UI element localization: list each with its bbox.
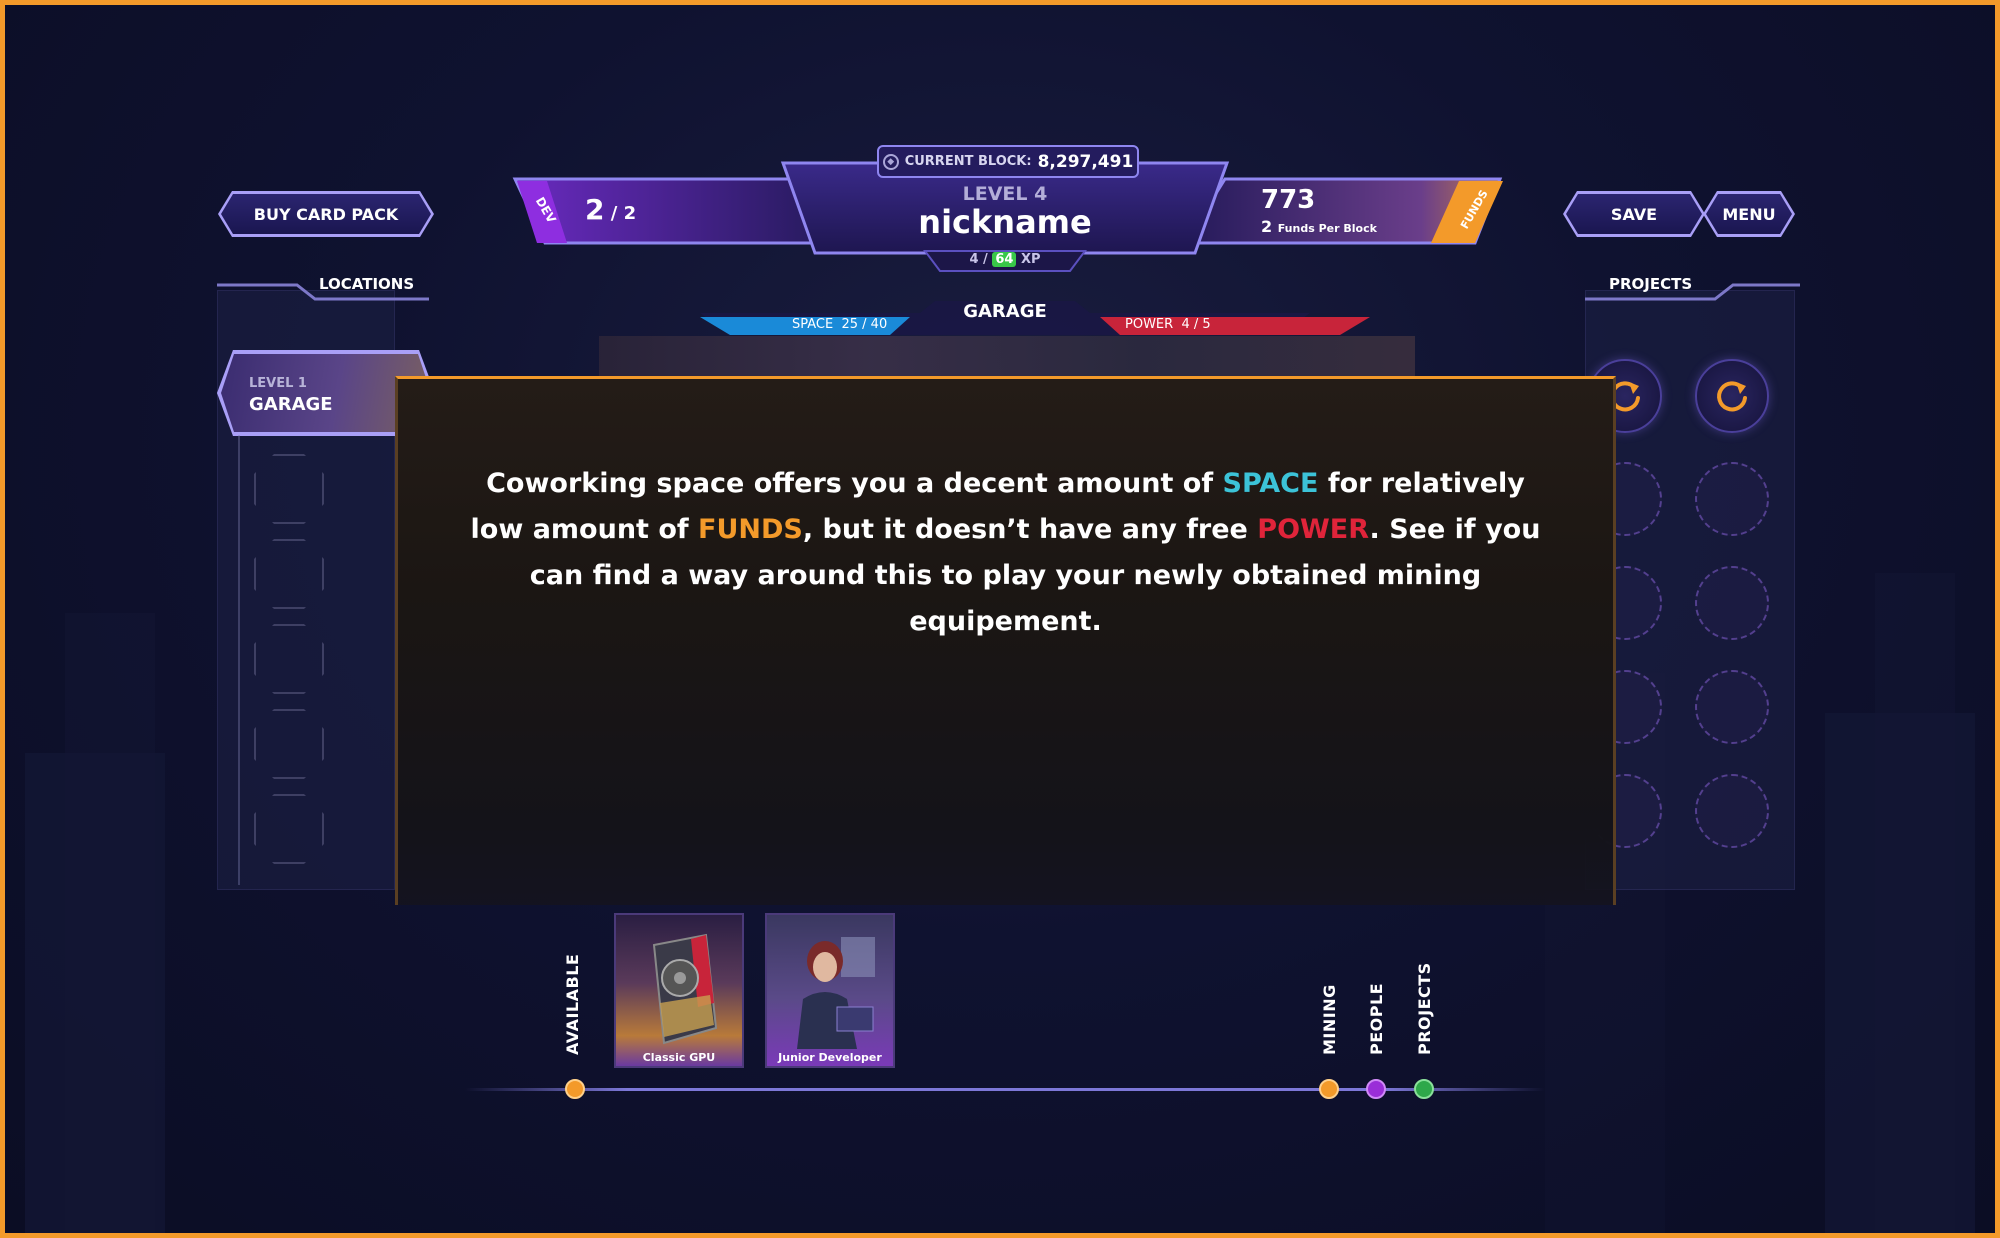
location-slot[interactable] [254,794,324,864]
current-block-label: CURRENT BLOCK: [904,154,1032,169]
funds-per-block: 2 Funds Per Block [1261,217,1377,236]
location-slot[interactable] [254,624,324,694]
location-image [599,336,1415,381]
space-value: 25 / 40 [841,317,888,332]
gpu-icon [652,933,718,1045]
dev-count: 2 [585,193,605,226]
location-slot[interactable] [254,539,324,609]
tutorial-text-part: , but it doesn’t have any free [802,514,1258,545]
buy-card-pack-button[interactable]: BUY CARD PACK [218,191,434,237]
filter-projects-toggle[interactable] [1414,1079,1434,1099]
refresh-icon [1717,381,1747,412]
xp-display: 4 / 64 XP [935,252,1075,267]
current-block-value: 8,297,491 [1037,151,1134,172]
projects-title-underline [1585,283,1800,301]
funds-per-block-value: 2 [1261,217,1273,236]
tutorial-modal[interactable]: Coworking space offers you a decent amou… [395,376,1616,905]
menu-label: MENU [1706,194,1792,234]
dev-sep: / [604,203,624,224]
space-label: SPACE [792,317,834,332]
project-slot[interactable] [1695,670,1769,744]
available-label: AVAILABLE [563,953,582,1055]
project-slot[interactable] [1695,462,1769,536]
xp-current: 4 [969,252,979,267]
keyword-space: SPACE [1222,468,1319,499]
block-icon: ◆ [882,153,899,170]
save-button[interactable]: SAVE [1563,191,1705,237]
dev-max: 2 [623,203,637,224]
power-meter: POWER 4 / 5 [1125,317,1211,332]
space-meter: SPACE 25 / 40 [792,317,887,332]
locations-title-underline [217,283,429,301]
card-name: Classic GPU [642,1051,716,1064]
filter-people-toggle[interactable] [1366,1079,1386,1099]
xp-unit: XP [1016,252,1041,267]
player-nickname: nickname [918,203,1092,241]
filter-label-mining: MINING [1320,984,1339,1055]
refresh-project-button[interactable] [1695,359,1769,433]
tutorial-text-part: Coworking space offers you a decent amou… [486,468,1223,499]
power-label: POWER [1125,317,1174,332]
current-block-pill: ◆ CURRENT BLOCK: 8,297,491 [877,145,1139,178]
card-name: Junior Developer [778,1051,882,1064]
keyword-funds: FUNDS [698,514,803,545]
buy-card-pack-label: BUY CARD PACK [221,194,431,234]
menu-button[interactable]: MENU [1703,191,1795,237]
filter-label-people: PEOPLE [1367,982,1386,1055]
location-card-level: LEVEL 1 [249,376,307,391]
location-slot[interactable] [254,454,324,524]
player-level: LEVEL 4 [962,183,1048,205]
filter-mining-toggle[interactable] [1319,1079,1339,1099]
project-slot[interactable] [1695,774,1769,848]
locations-rail [238,435,240,885]
tutorial-text: Coworking space offers you a decent amou… [458,461,1553,645]
city-silhouette [65,613,155,1233]
available-dot[interactable] [565,1079,585,1099]
card-junior-developer[interactable]: Junior Developer [765,913,895,1068]
xp-total: 64 [992,252,1017,267]
funds-per-block-label: Funds Per Block [1277,222,1377,235]
funds-value: 773 [1261,185,1316,215]
keyword-power: POWER [1257,514,1370,545]
filter-label-projects: PROJECTS [1415,962,1434,1055]
save-label: SAVE [1566,194,1702,234]
location-card-name: GARAGE [249,394,333,415]
card-classic-gpu[interactable]: Classic GPU [614,913,744,1068]
power-value: 4 / 5 [1181,317,1211,332]
location-bar-name: GARAGE [963,301,1047,322]
project-slot[interactable] [1695,566,1769,640]
developer-portrait-icon [797,937,875,1049]
xp-sep: / [978,252,993,267]
city-silhouette [1875,573,1955,1233]
game-screen: BUY CARD PACK SAVE MENU LOCATIONS PROJEC… [0,0,2000,1238]
location-slot[interactable] [254,709,324,779]
dev-counter: 2 / 2 [585,193,636,226]
